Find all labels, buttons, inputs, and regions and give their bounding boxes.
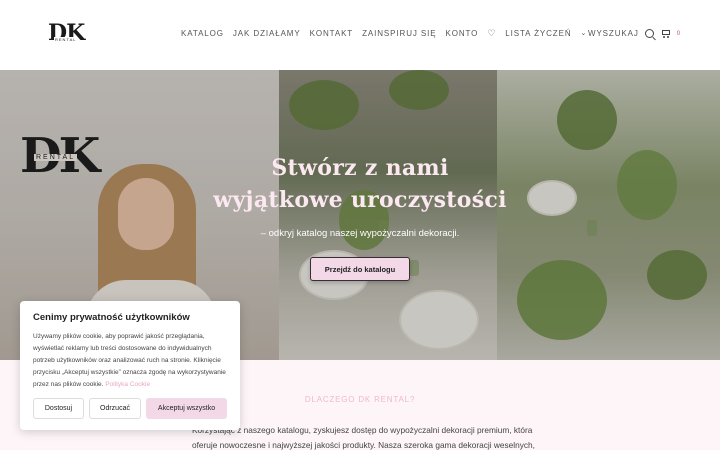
main-nav: KATALOG JAK DZIAŁAMY KONTAKT ZAINSPIRUJ … [181, 28, 588, 39]
nav-item-zainspiruj[interactable]: ZAINSPIRUJ SIĘ [362, 29, 436, 39]
cookie-body-text: Używamy plików cookie, aby poprawić jako… [33, 333, 226, 388]
hero-logo: DK RENTAL [20, 132, 110, 182]
search-icon[interactable] [644, 29, 654, 38]
hero-title-line1: Stwórz z nami [271, 155, 449, 181]
site-header: DK RENTAL KATALOG JAK DZIAŁAMY KONTAKT Z… [0, 0, 720, 70]
catalog-button[interactable]: Przejdź do katalogu [310, 257, 410, 281]
hero-title: Stwórz z nami wyjątkowe uroczystości [200, 152, 520, 216]
cart-icon[interactable] [660, 29, 671, 38]
cookie-title: Cenimy prywatność użytkowników [33, 312, 190, 323]
nav-item-jak-dzialamy[interactable]: JAK DZIAŁAMY [233, 29, 301, 39]
nav-item-katalog[interactable]: KATALOG [181, 29, 224, 39]
cookie-policy-link[interactable]: Polityka Cookie [105, 381, 150, 388]
hero-subtitle: – odkryj katalog naszej wypożyczalni dek… [260, 228, 460, 239]
cookie-accept-button[interactable]: Akceptuj wszystko [146, 398, 227, 419]
hero-title-line2: wyjątkowe uroczystości [213, 187, 507, 213]
hero-logo-subtext: RENTAL [34, 154, 78, 161]
nav-item-kontakt[interactable]: KONTAKT [310, 29, 354, 39]
cookie-customize-button[interactable]: Dostosuj [33, 398, 84, 419]
site-logo[interactable]: DK RENTAL [48, 22, 92, 48]
header-tools: WYSZUKAJ 0 [588, 29, 681, 38]
cookie-text: Używamy plików cookie, aby poprawić jako… [33, 331, 233, 391]
cookie-consent-dialog: Cenimy prywatność użytkowników Używamy p… [20, 301, 240, 430]
search-label[interactable]: WYSZUKAJ [588, 29, 639, 38]
section-paragraph: Korzystając z naszego katalogu, zyskujes… [192, 425, 535, 450]
nav-item-konto[interactable]: KONTO [446, 29, 479, 39]
cart-count-badge: 0 [676, 30, 682, 37]
heart-icon[interactable]: ♡ [487, 28, 496, 39]
cookie-reject-button[interactable]: Odrzucać [89, 398, 141, 419]
nav-item-wishlist[interactable]: LISTA ŻYCZEŃ [505, 29, 571, 39]
chevron-down-icon[interactable]: ⌄ [581, 29, 588, 39]
logo-subtext: RENTAL [54, 37, 78, 42]
